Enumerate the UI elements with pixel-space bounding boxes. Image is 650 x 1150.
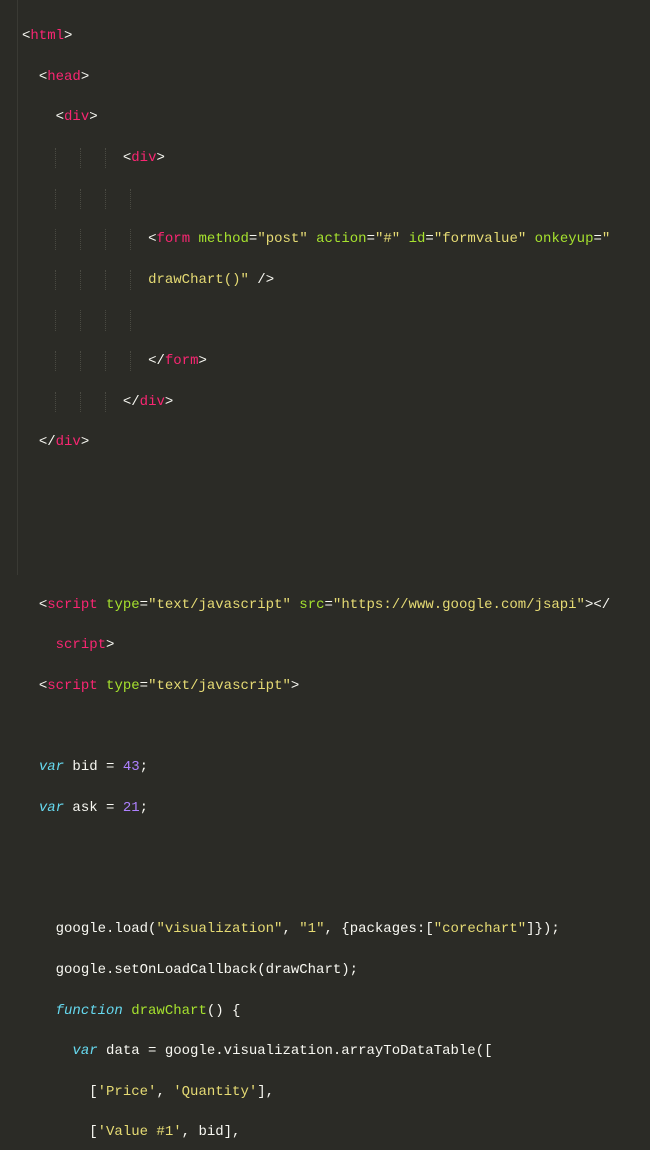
code-line[interactable]: </div>: [22, 432, 650, 452]
code-line[interactable]: var bid = 43;: [22, 757, 650, 777]
code-line[interactable]: var ask = 21;: [22, 798, 650, 818]
code-line[interactable]: ['Value #1', bid],: [22, 1122, 650, 1142]
code-line[interactable]: [22, 473, 650, 493]
code-line[interactable]: <html>: [22, 26, 650, 46]
code-line[interactable]: var data = google.visualization.arrayToD…: [22, 1041, 650, 1061]
code-line[interactable]: <script type="text/javascript">: [22, 676, 650, 696]
code-line[interactable]: function drawChart() {: [22, 1001, 650, 1021]
code-line[interactable]: [22, 513, 650, 533]
code-line[interactable]: script>: [22, 635, 650, 655]
code-line[interactable]: [22, 310, 650, 330]
code-line[interactable]: drawChart()" />: [22, 270, 650, 290]
code-line[interactable]: google.setOnLoadCallback(drawChart);: [22, 960, 650, 980]
code-line[interactable]: <script type="text/javascript" src="http…: [22, 595, 650, 615]
code-line[interactable]: ['Price', 'Quantity'],: [22, 1082, 650, 1102]
code-line[interactable]: [22, 838, 650, 858]
code-editor-content[interactable]: <html> <head> <div> <div> <form method="…: [18, 0, 650, 575]
code-line[interactable]: [22, 189, 650, 209]
code-line[interactable]: [22, 879, 650, 899]
code-line[interactable]: </div>: [22, 392, 650, 412]
code-line[interactable]: [22, 716, 650, 736]
code-line[interactable]: <div>: [22, 107, 650, 127]
code-line[interactable]: <head>: [22, 67, 650, 87]
code-line[interactable]: google.load("visualization", "1", {packa…: [22, 919, 650, 939]
code-line[interactable]: <form method="post" action="#" id="formv…: [22, 229, 650, 249]
code-line[interactable]: </form>: [22, 351, 650, 371]
line-gutter: [0, 0, 18, 575]
code-line[interactable]: <div>: [22, 148, 650, 168]
code-line[interactable]: [22, 554, 650, 574]
